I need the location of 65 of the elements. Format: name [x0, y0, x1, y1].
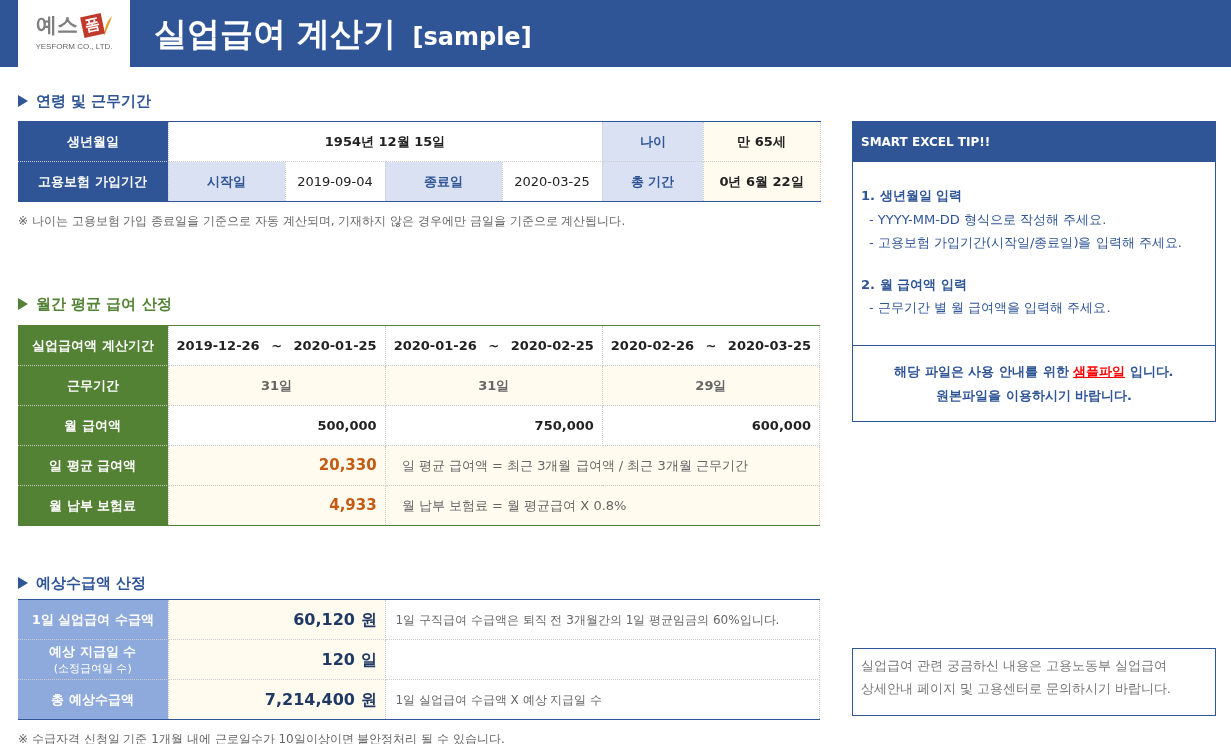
logo-stamp: 폼 [79, 13, 105, 38]
notice-text: 해당 파일은 사용 안내를 위한 샘플파일 입니다. [893, 363, 1175, 381]
row-label: 월 급여액 [18, 405, 168, 446]
page-title: 실업급여 계산기 [154, 12, 397, 55]
tilde-text: ~ [705, 336, 717, 355]
section-heading: 월간 평균 급여 산정 [36, 293, 172, 315]
footnote: ※ 수급자격 신청일 기준 1개월 내에 근로일수가 10일이상이면 불안정처리 될 수 있습니다. [18, 731, 506, 744]
date-text: 2020-02-26 [610, 336, 694, 355]
table-cell: 31일 [385, 365, 603, 406]
footnote: ※ 나이는 고용보험 가입 종료일을 기준으로 자동 계산되며, 기재하지 않은 경우에만 금일을 기준으로 계산됩니다. [18, 213, 627, 230]
column-label: 총 기간 [602, 161, 704, 202]
date-text: 2020-03-25 [727, 336, 811, 355]
amount-value: 4,933 [329, 496, 377, 515]
contact-text: 실업급여 관련 궁금하신 내용은 고용노동부 실업급여 [861, 657, 1168, 675]
column-label: 종료일 [385, 161, 502, 202]
table-cell: 일 평균 급여액 = 최근 3개월 급여액 / 최근 3개월 근무기간 [385, 445, 820, 486]
table-cell: 1일 구직급여 수급액은 퇴직 전 3개월간의 1일 평균임금의 60%입니다. [385, 599, 820, 640]
date-text: 2020-02-25 [510, 336, 594, 355]
row-label: 일 평균 급여액 [18, 445, 168, 486]
table-cell: 500,000 [168, 405, 386, 446]
section-heading: 연령 및 근무기간 [36, 90, 152, 112]
triangle-icon [18, 95, 28, 107]
triangle-icon [18, 577, 28, 589]
table-cell: 1일 실업급여 수급액 X 예상 지급일 수 [385, 679, 820, 720]
date-text: 2020-01-25 [293, 336, 377, 355]
row-label: 고용보험 가입기간 [18, 161, 168, 202]
amount-value: 7,214,400 원 [264, 689, 377, 709]
table-cell: 1954년 12월 15일 [168, 121, 603, 162]
amount-value: 20,330 [318, 456, 377, 475]
table-cell: 만 65세 [703, 121, 821, 162]
table-cell: 29일 [602, 365, 820, 406]
row-label: 실업급여액 계산기간 [18, 325, 168, 366]
tip-text: - YYYY-MM-DD 형식으로 작성해 주세요. [868, 210, 1108, 229]
row-label: 월 납부 보험료 [18, 485, 168, 526]
tip-title: SMART EXCEL TIP!! [853, 122, 1215, 162]
tip-heading: 1. 생년월일 입력 [861, 187, 964, 205]
tilde-text: ~ [488, 336, 500, 355]
row-label: 생년월일 [18, 121, 168, 162]
tip-text: - 근무기간 별 월 급여액을 입력해 주세요. [868, 299, 1112, 317]
tip-text: - 고용보험 가입기간(시작일/종료일)을 입력해 주세요. [868, 234, 1183, 252]
amount-value: 120 일 [321, 649, 377, 669]
notice-text: 원본파일을 이용하시기 바랍니다. [935, 386, 1133, 405]
tilde-text: ~ [271, 336, 283, 355]
company-name: YESFORM CO., LTD. [35, 40, 113, 53]
table-cell: 31일 [168, 365, 386, 406]
table-cell: 월 납부 보험료 = 월 평균급여 X 0.8% [385, 485, 820, 526]
row-label: 총 예상수급액 [50, 690, 135, 709]
column-label: 시작일 [168, 161, 285, 202]
sample-tag: [sample] [412, 18, 532, 55]
row-label: 근무기간 [18, 365, 168, 406]
row-sublabel: (소정급여일 수) [52, 661, 133, 677]
logo-text: 예스 [35, 15, 78, 36]
contact-text: 상세안내 페이지 및 고용센터로 문의하시기 바랍니다. [861, 679, 1172, 698]
table-cell: 750,000 [385, 405, 603, 446]
triangle-icon [18, 298, 28, 310]
tip-heading: 2. 월 급여액 입력 [861, 275, 968, 294]
table-cell: 600,000 [602, 405, 820, 446]
row-label: 1일 실업급여 수급액 [30, 610, 155, 629]
table-cell: 0년 6월 22일 [703, 161, 821, 202]
date-text: 2019-12-26 [176, 336, 260, 355]
column-label: 나이 [602, 121, 704, 162]
section-heading: 예상수급액 산정 [36, 572, 147, 594]
amount-value: 60,120 원 [293, 609, 377, 629]
date-text: 2020-01-26 [393, 336, 477, 355]
row-label: 예상 지급일 수 [48, 642, 138, 661]
